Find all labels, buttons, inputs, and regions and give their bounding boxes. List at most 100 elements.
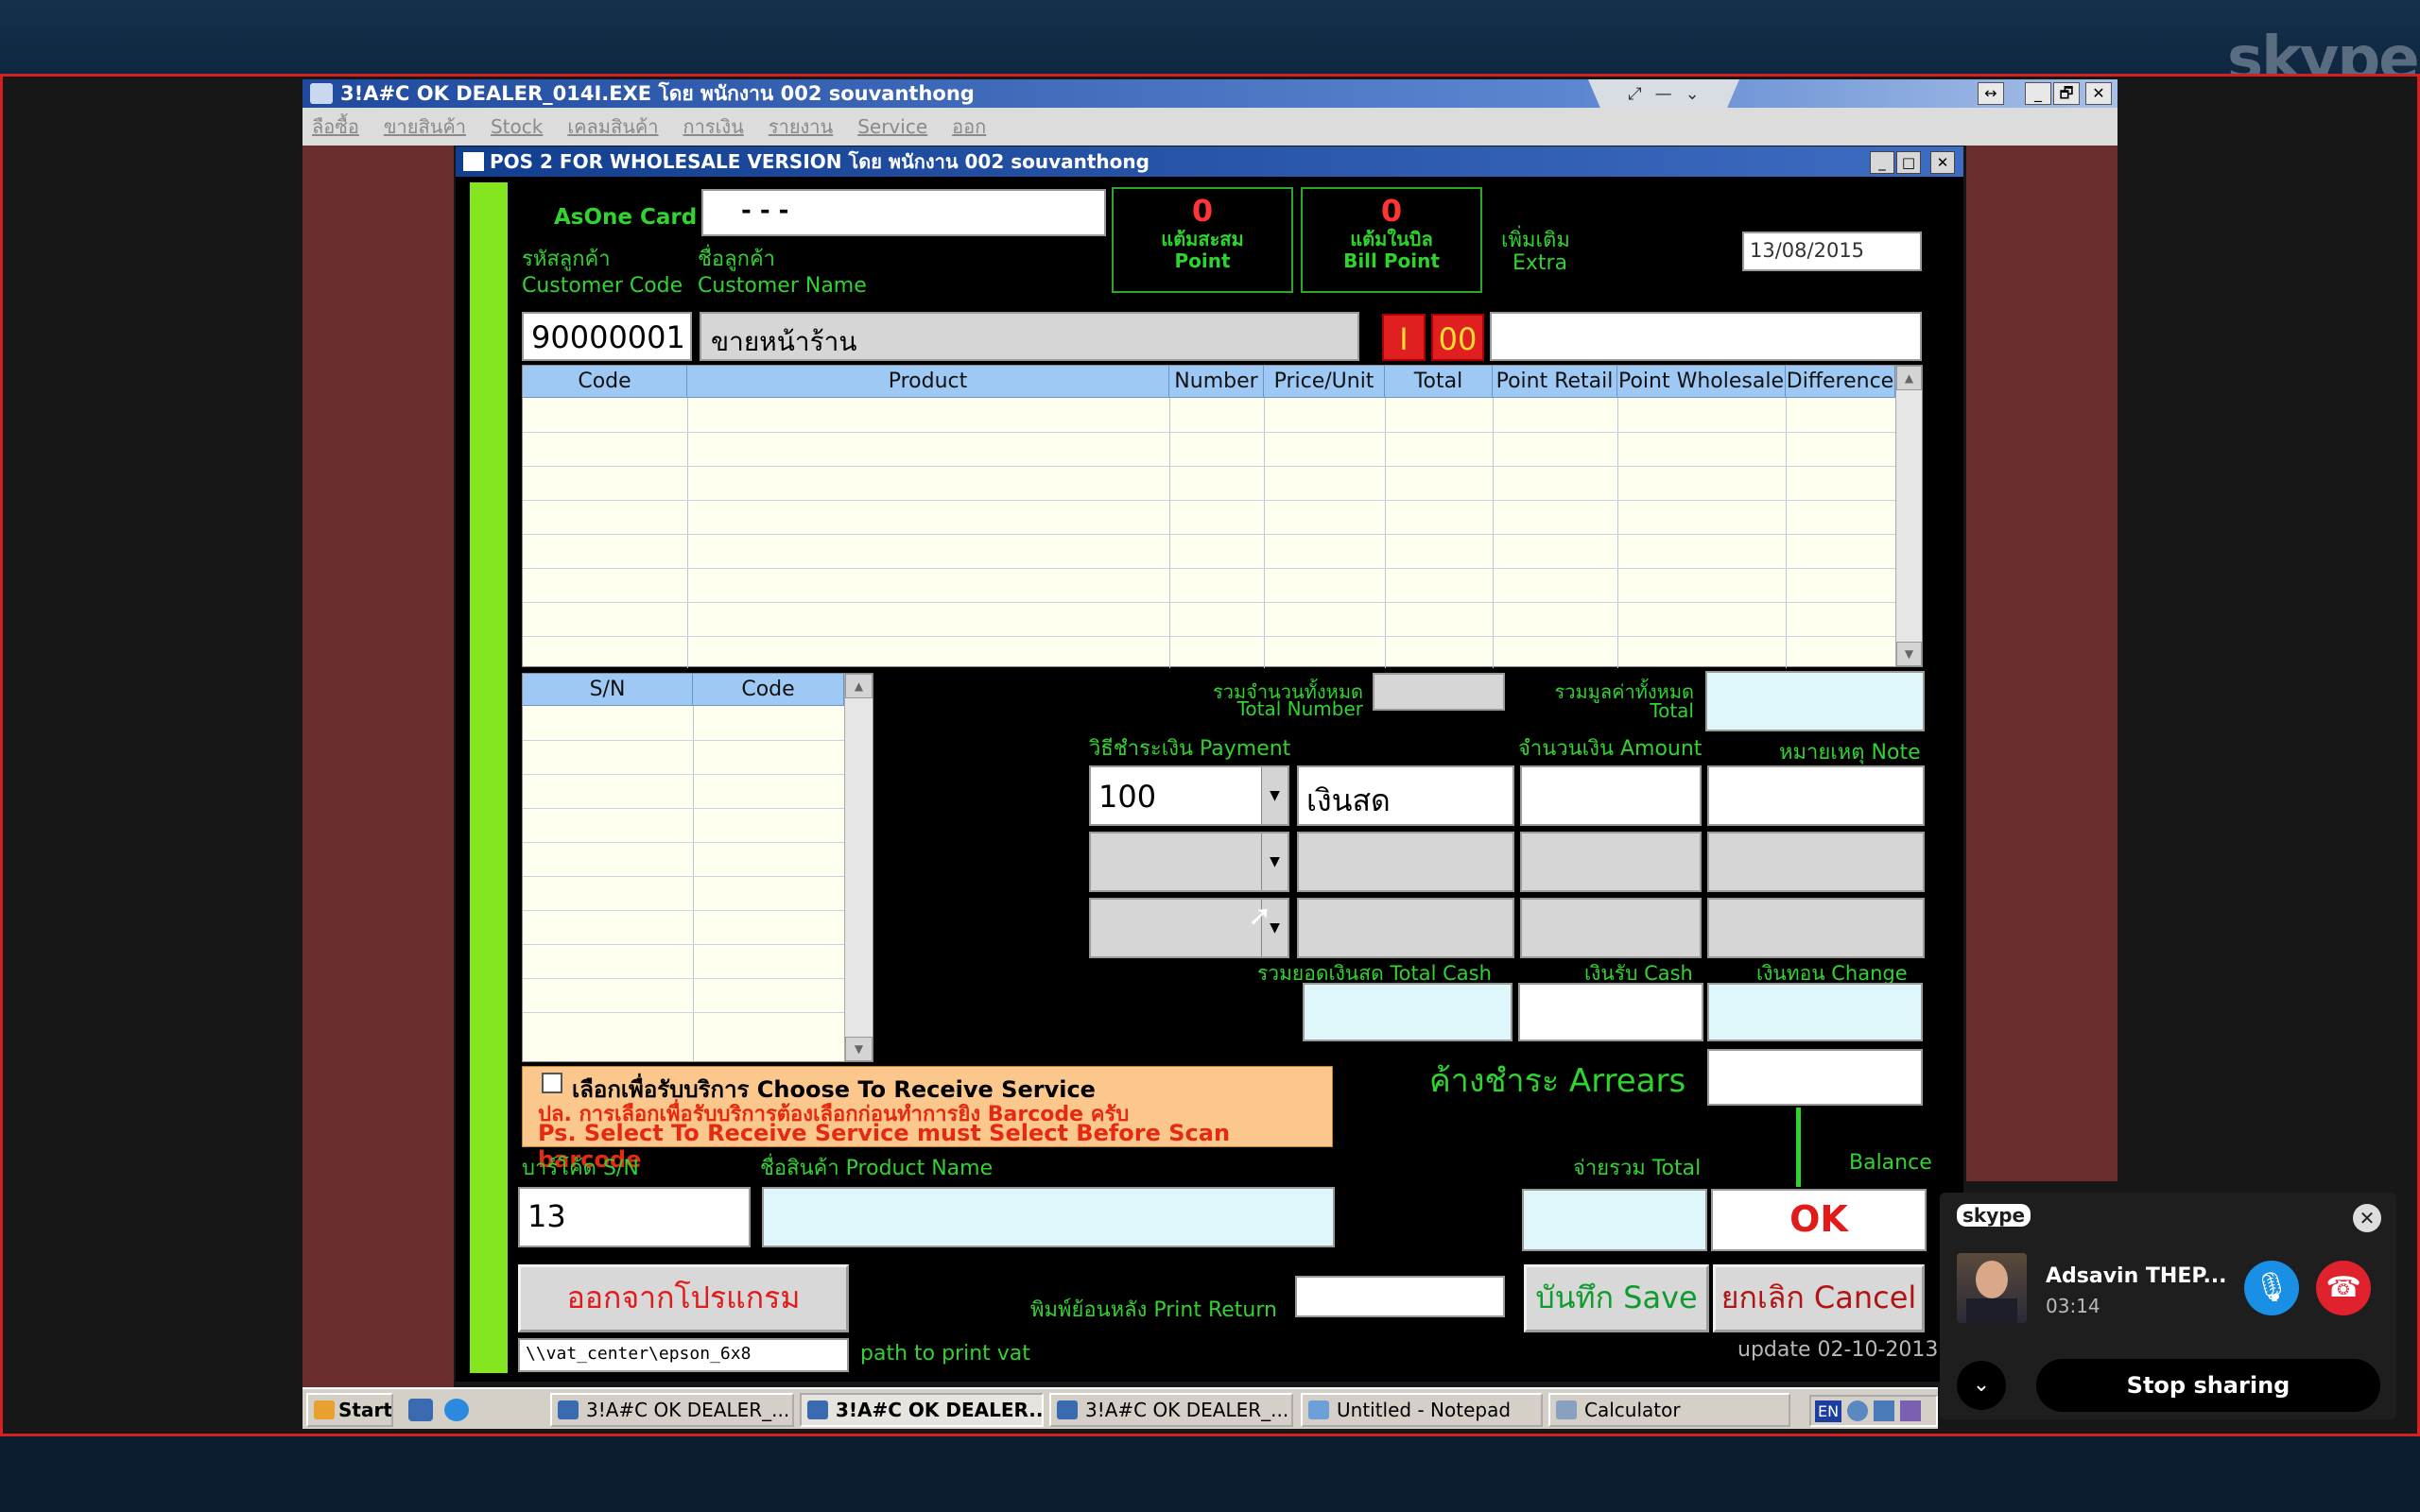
language-indicator[interactable]: EN [1815, 1400, 1842, 1422]
volume-icon[interactable] [1874, 1400, 1895, 1421]
menu-item-report[interactable]: รายงาน [769, 112, 833, 142]
taskbar-item-notepad[interactable]: Untitled - Notepad [1301, 1393, 1543, 1427]
column-header-sn-code[interactable]: Code [693, 674, 844, 706]
arrears-field[interactable] [1707, 1049, 1923, 1106]
pos-close-button[interactable]: ✕ [1930, 151, 1955, 174]
column-header-difference[interactable]: Difference [1786, 366, 1895, 398]
minimize-icon[interactable]: — [1655, 84, 1672, 104]
total-value-field[interactable] [1705, 671, 1925, 731]
total-number-field[interactable] [1373, 673, 1505, 711]
chevron-down-icon[interactable]: ⌄ [1685, 84, 1700, 104]
payment-note-field-3[interactable] [1707, 898, 1925, 958]
column-header-point-wholesale[interactable]: Point Wholesale [1617, 366, 1786, 398]
grid-line [523, 842, 844, 843]
menu-item-purchase[interactable]: ลือซื้อ [312, 112, 359, 142]
taskbar-item-calculator[interactable]: Calculator [1548, 1393, 1790, 1427]
menu-item-exit[interactable]: ออก [952, 112, 986, 142]
receive-service-checkbox[interactable] [542, 1073, 562, 1093]
payment-amount-field[interactable] [1520, 765, 1702, 826]
dropdown-arrow-icon[interactable]: ▼ [1261, 833, 1288, 890]
payment-method-select-2[interactable]: ▼ [1089, 832, 1289, 892]
barcode-sn-input[interactable]: 13 [518, 1187, 751, 1247]
column-header-total[interactable]: Total [1385, 366, 1493, 398]
desktop-background [302, 142, 454, 1389]
task-label: 3!A#C OK DEALER_... [586, 1399, 790, 1421]
payment-note-field[interactable] [1707, 765, 1925, 826]
vat-printer-path-input[interactable]: \\vat_center\epson_6x8 [518, 1338, 849, 1372]
scroll-up-icon[interactable]: ▲ [845, 674, 873, 698]
scroll-down-icon[interactable]: ▼ [1896, 642, 1922, 666]
product-name-field[interactable] [762, 1187, 1335, 1247]
column-header-product[interactable]: Product [687, 366, 1169, 398]
menu-item-finance[interactable]: การเงิน [683, 112, 743, 142]
amount-label: จำนวนเงิน Amount [1518, 737, 1703, 761]
column-header-number[interactable]: Number [1169, 366, 1264, 398]
avatar-face [1976, 1261, 2008, 1298]
internet-explorer-icon[interactable] [444, 1399, 469, 1421]
minimize-button[interactable]: _ [2025, 82, 2051, 105]
cancel-button[interactable]: ยกเลิก Cancel [1713, 1264, 1925, 1332]
payment-name-field-2[interactable] [1297, 832, 1514, 892]
product-table-scrollbar[interactable]: ▲ ▼ [1895, 366, 1922, 666]
close-icon[interactable]: ✕ [2353, 1204, 2381, 1232]
customer-code-input[interactable]: 90000001 [522, 312, 692, 361]
grid-line [523, 1012, 844, 1013]
start-button[interactable]: Start [306, 1393, 393, 1427]
date-field[interactable]: 13/08/2015 [1742, 232, 1922, 271]
scroll-down-icon[interactable]: ▼ [845, 1037, 873, 1061]
print-return-field[interactable] [1295, 1276, 1505, 1317]
microphone-icon[interactable]: 🎙 [2244, 1261, 2299, 1315]
bill-point-box: 0 แต้มในบิล Bill Point [1301, 187, 1482, 293]
column-header-code[interactable]: Code [523, 366, 687, 398]
sn-table[interactable]: S/N Code ▲ ▼ [522, 673, 873, 1062]
sn-table-scrollbar[interactable]: ▲ ▼ [844, 674, 873, 1061]
product-name-label: ชื่อสินค้า Product Name [760, 1157, 994, 1180]
asone-card-input[interactable]: - - - [701, 189, 1106, 236]
point-label-en: Point [1174, 249, 1231, 272]
product-table[interactable]: Code Product Number Price/Unit Total Poi… [522, 365, 1923, 668]
payment-name-field-3[interactable] [1297, 898, 1514, 958]
taskbar-item-dealer-2-active[interactable]: 3!A#C OK DEALER... [800, 1393, 1044, 1427]
taskbar-item-dealer-1[interactable]: 3!A#C OK DEALER_... [550, 1393, 794, 1427]
column-header-point-retail[interactable]: Point Retail [1493, 366, 1617, 398]
show-desktop-icon[interactable] [408, 1399, 433, 1421]
column-header-price-unit[interactable]: Price/Unit [1264, 366, 1385, 398]
restore-width-button[interactable]: ↔ [1978, 82, 2004, 105]
stop-sharing-button[interactable]: Stop sharing [2036, 1359, 2380, 1412]
change-field[interactable] [1707, 983, 1923, 1041]
fullscreen-notch[interactable]: ⤢ — ⌄ [1588, 79, 1739, 108]
menu-item-sales[interactable]: ขายสินค้า [384, 112, 466, 142]
update-date-label: update 02-10-2013 [1737, 1338, 1939, 1362]
tray-app-icon[interactable] [1900, 1400, 1922, 1421]
payment-amount-field-3[interactable] [1520, 898, 1702, 958]
skype-logo: skype [1957, 1204, 2031, 1227]
customer-code-label-en: Customer Code [522, 274, 683, 298]
dropdown-arrow-icon[interactable]: ▼ [1261, 767, 1288, 824]
extra-input[interactable] [1490, 312, 1922, 361]
taskbar-item-dealer-3[interactable]: 3!A#C OK DEALER_... [1049, 1393, 1293, 1427]
payment-note-field-2[interactable] [1707, 832, 1925, 892]
maximize-button[interactable]: 🗗 [2053, 82, 2080, 105]
menu-item-claim[interactable]: เคลมสินค้า [567, 112, 658, 142]
pos-maximize-button[interactable]: □ [1896, 151, 1921, 174]
menu-item-service[interactable]: Service [857, 115, 927, 138]
payment-method-select[interactable]: 100 ▼ [1089, 765, 1289, 826]
pay-total-field[interactable] [1522, 1189, 1707, 1251]
cash-field[interactable] [1518, 983, 1703, 1041]
payment-amount-field-2[interactable] [1520, 832, 1702, 892]
close-program-button[interactable]: ออกจากโปรแกรม Close [518, 1264, 849, 1376]
pay-total-label: จ่ายรวม Total [1573, 1157, 1702, 1180]
payment-name-field[interactable]: เงินสด [1297, 765, 1514, 826]
scroll-up-icon[interactable]: ▲ [1896, 366, 1922, 390]
close-button[interactable]: ✕ [2085, 82, 2112, 105]
menu-item-stock[interactable]: Stock [491, 115, 543, 138]
network-icon[interactable] [1847, 1400, 1869, 1421]
hang-up-icon[interactable]: ☎ [2316, 1261, 2371, 1315]
save-button[interactable]: บันทึก Save [1524, 1264, 1709, 1332]
chevron-down-icon[interactable]: ⌄ [1957, 1361, 2006, 1410]
total-cash-field[interactable] [1303, 983, 1512, 1041]
expand-icon[interactable]: ⤢ [1628, 84, 1641, 104]
column-header-sn[interactable]: S/N [523, 674, 693, 706]
customer-name-input[interactable]: ขายหน้าร้าน [700, 312, 1359, 361]
pos-minimize-button[interactable]: _ [1870, 151, 1894, 174]
